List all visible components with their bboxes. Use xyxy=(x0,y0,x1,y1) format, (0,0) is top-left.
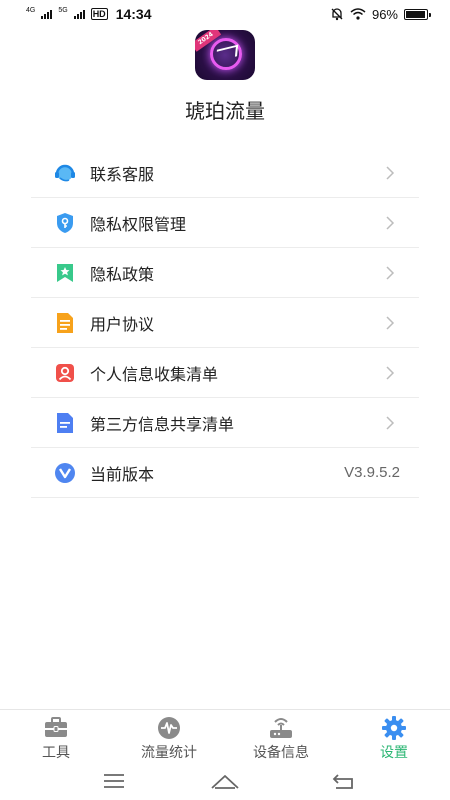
wifi-icon xyxy=(350,8,366,20)
chevron-right-icon xyxy=(386,216,395,230)
gear-icon xyxy=(381,716,407,740)
signal-icon xyxy=(41,9,53,19)
menu-label: 隐私权限管理 xyxy=(90,214,187,234)
headset-icon xyxy=(53,161,77,185)
pulse-icon xyxy=(156,716,182,740)
app-logo: 2024 xyxy=(195,30,255,80)
person-icon xyxy=(53,361,77,385)
menu-icon[interactable] xyxy=(100,771,128,791)
chevron-right-icon xyxy=(386,416,395,430)
status-left: 4G 5G HD 14:34 xyxy=(26,6,152,22)
router-icon xyxy=(268,716,294,740)
network-type-1: 4G xyxy=(26,6,36,14)
toolbox-icon xyxy=(43,716,69,740)
network-type-2: 5G xyxy=(58,6,68,14)
menu-label: 当前版本 xyxy=(90,464,155,484)
chevron-right-icon xyxy=(386,316,395,330)
nav-label: 工具 xyxy=(42,745,70,761)
status-time: 14:34 xyxy=(115,6,152,22)
menu-label: 联系客服 xyxy=(90,164,155,184)
menu-item-personal-info-list[interactable]: 个人信息收集清单 xyxy=(31,348,419,398)
app-title: 琥珀流量 xyxy=(185,99,265,123)
menu-item-user-agreement[interactable]: 用户协议 xyxy=(31,298,419,348)
menu-item-customer-service[interactable]: 联系客服 xyxy=(31,148,419,198)
home-icon[interactable] xyxy=(209,771,241,791)
mute-icon xyxy=(331,8,343,21)
menu-item-current-version[interactable]: 当前版本 V3.9.5.2 xyxy=(31,448,419,498)
battery-icon xyxy=(404,8,431,20)
hd-voice-icon: HD xyxy=(90,8,108,20)
chevron-right-icon xyxy=(386,366,395,380)
version-value: V3.9.5.2 xyxy=(344,464,400,481)
menu-item-third-party-sharing-list[interactable]: 第三方信息共享清单 xyxy=(31,398,419,448)
signal-icon-2 xyxy=(73,9,85,19)
file-list-icon xyxy=(53,411,77,435)
back-icon[interactable] xyxy=(330,771,358,791)
battery-percent: 96% xyxy=(371,6,398,22)
nav-tab-device-info[interactable]: 设备信息 xyxy=(236,716,326,764)
system-nav-bar xyxy=(0,765,450,800)
chevron-right-icon xyxy=(386,266,395,280)
chevron-right-icon xyxy=(386,166,395,180)
version-v-icon xyxy=(53,461,77,485)
status-bar: 4G 5G HD 14:34 96% xyxy=(0,0,450,28)
menu-label: 第三方信息共享清单 xyxy=(90,414,235,434)
nav-label: 流量统计 xyxy=(141,745,197,761)
nav-tab-settings[interactable]: 设置 xyxy=(349,716,439,764)
document-icon xyxy=(53,311,77,335)
nav-label: 设备信息 xyxy=(253,745,309,761)
shield-key-icon xyxy=(53,211,77,235)
menu-item-privacy-policy[interactable]: 隐私政策 xyxy=(31,248,419,298)
nav-tab-traffic-stats[interactable]: 流量统计 xyxy=(124,716,214,764)
menu-label: 隐私政策 xyxy=(90,264,155,284)
menu-label: 用户协议 xyxy=(90,314,155,334)
nav-label: 设置 xyxy=(380,745,408,761)
menu-label: 个人信息收集清单 xyxy=(90,364,219,384)
bookmark-star-icon xyxy=(53,261,77,285)
status-right: 96% xyxy=(330,6,431,22)
nav-tab-tools[interactable]: 工具 xyxy=(11,716,101,764)
bottom-nav: 工具 流量统计 设备信息 设置 xyxy=(0,709,450,765)
menu-item-privacy-permissions[interactable]: 隐私权限管理 xyxy=(31,198,419,248)
settings-menu: 联系客服 隐私权限管理 隐私政策 用户协议 个人信息收集清单 第三方信息共享清单… xyxy=(31,148,419,498)
